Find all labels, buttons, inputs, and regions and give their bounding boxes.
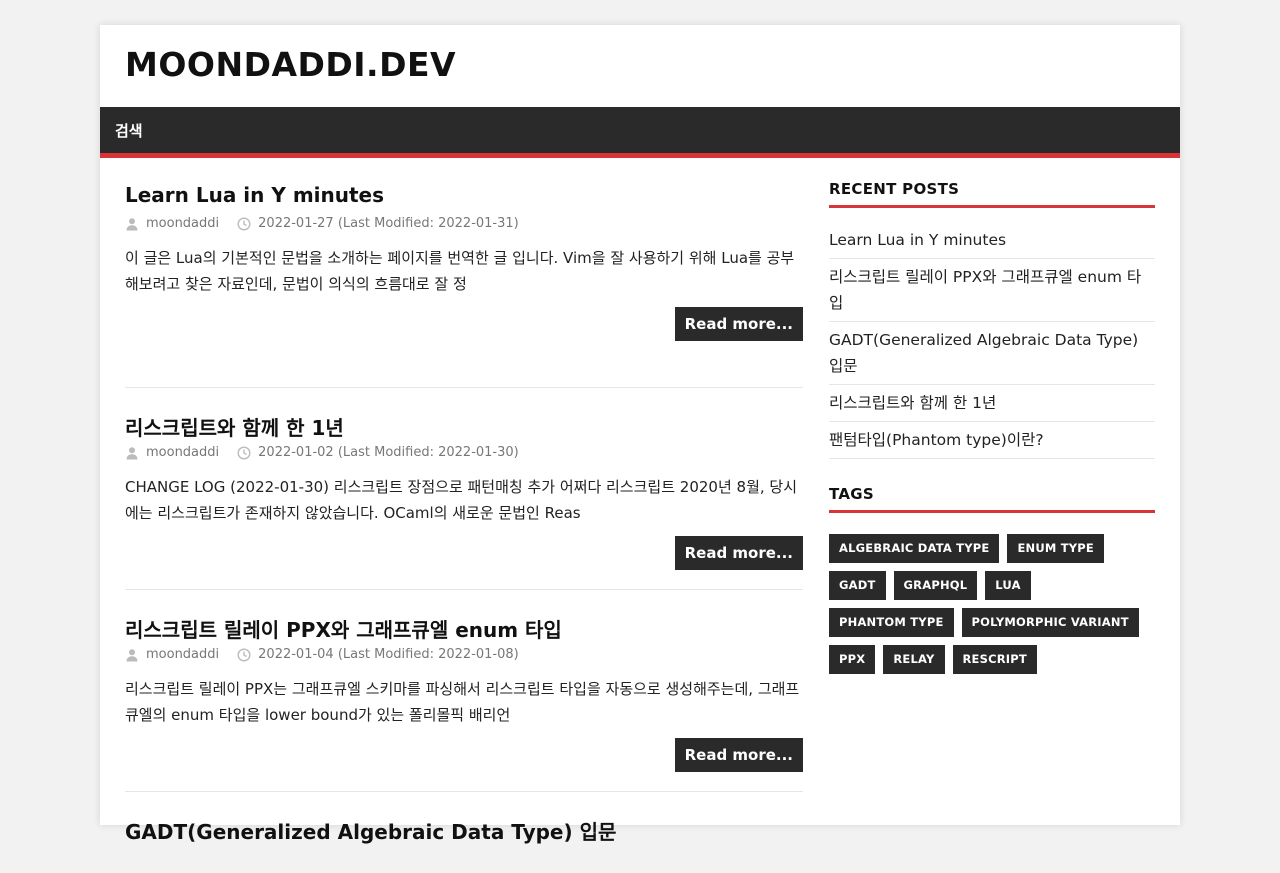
post-item: Learn Lua in Y minutes moondaddi 2022-01…: [125, 180, 803, 388]
post-list: Learn Lua in Y minutes moondaddi 2022-01…: [125, 180, 803, 873]
sidebar: RECENT POSTS Learn Lua in Y minutes 리스크립…: [829, 180, 1155, 674]
nav-bar: 검색: [100, 107, 1180, 158]
clock-icon: [237, 445, 251, 460]
tag-link[interactable]: ENUM TYPE: [1007, 534, 1104, 563]
site-title[interactable]: MOONDADDI.DEV: [125, 45, 456, 84]
recent-post-item: 리스크립트와 함께 한 1년: [829, 385, 1155, 422]
read-more-button[interactable]: Read more...: [674, 738, 803, 772]
recent-post-item: 팬텀타입(Phantom type)이란?: [829, 422, 1155, 459]
recent-post-link[interactable]: 팬텀타입(Phantom type)이란?: [829, 431, 1044, 449]
post-author[interactable]: moondaddi: [146, 216, 219, 231]
post-meta: moondaddi 2022-01-27 (Last Modified: 202…: [125, 216, 519, 231]
nav-search-link[interactable]: 검색: [115, 120, 143, 141]
recent-post-link[interactable]: 리스크립트와 함께 한 1년: [829, 394, 996, 412]
tags-title: TAGS: [829, 485, 1155, 513]
post-excerpt: 리스크립트 릴레이 PPX는 그래프큐엘 스키마를 파싱해서 리스크립트 타입을…: [125, 680, 800, 724]
post-author[interactable]: moondaddi: [146, 647, 219, 662]
read-more-button[interactable]: Read more...: [674, 307, 803, 341]
recent-post-item: 리스크립트 릴레이 PPX와 그래프큐엘 enum 타입: [829, 259, 1155, 322]
page-container: MOONDADDI.DEV 검색 Learn Lua in Y minutes …: [100, 25, 1180, 844]
post-title[interactable]: Learn Lua in Y minutes: [125, 183, 384, 207]
post-meta: moondaddi 2022-01-04 (Last Modified: 202…: [125, 647, 519, 662]
clock-icon: [237, 647, 251, 662]
post-item: 리스크립트와 함께 한 1년 moondaddi 2022-01-02 (Las…: [125, 409, 803, 590]
tag-link[interactable]: GRAPHQL: [893, 571, 978, 600]
user-icon: [126, 648, 138, 661]
post-excerpt: 이 글은 Lua의 기본적인 문법을 소개하는 페이지를 번역한 글 입니다. …: [125, 249, 795, 293]
recent-post-link[interactable]: GADT(Generalized Algebraic Data Type) 입문: [829, 331, 1138, 375]
recent-post-link[interactable]: 리스크립트 릴레이 PPX와 그래프큐엘 enum 타입: [829, 268, 1141, 312]
recent-posts-list: Learn Lua in Y minutes 리스크립트 릴레이 PPX와 그래…: [829, 222, 1155, 459]
tag-link[interactable]: PHANTOM TYPE: [829, 608, 954, 637]
post-title[interactable]: 리스크립트와 함께 한 1년: [125, 412, 344, 441]
post-item: 리스크립트 릴레이 PPX와 그래프큐엘 enum 타입 moondaddi 2…: [125, 611, 803, 792]
post-meta: moondaddi 2022-01-02 (Last Modified: 202…: [125, 445, 519, 460]
tag-link[interactable]: PPX: [829, 645, 876, 674]
post-date: 2022-01-02 (Last Modified: 2022-01-30): [258, 445, 519, 460]
recent-post-item: Learn Lua in Y minutes: [829, 222, 1155, 259]
user-icon: [126, 217, 138, 230]
post-date: 2022-01-27 (Last Modified: 2022-01-31): [258, 216, 519, 231]
recent-post-item: GADT(Generalized Algebraic Data Type) 입문: [829, 322, 1155, 385]
post-title[interactable]: GADT(Generalized Algebraic Data Type) 입문: [125, 816, 616, 845]
clock-icon: [237, 216, 251, 231]
tag-link[interactable]: GADT: [829, 571, 886, 600]
post-excerpt: CHANGE LOG (2022-01-30) 리스크립트 장점으로 패턴매칭 …: [125, 478, 798, 522]
tag-link[interactable]: RELAY: [883, 645, 945, 674]
tag-link[interactable]: LUA: [985, 571, 1031, 600]
tag-link[interactable]: ALGEBRAIC DATA TYPE: [829, 534, 1000, 563]
post-date: 2022-01-04 (Last Modified: 2022-01-08): [258, 647, 519, 662]
tag-link[interactable]: POLYMORPHIC VARIANT: [961, 608, 1139, 637]
recent-post-link[interactable]: Learn Lua in Y minutes: [829, 231, 1006, 249]
tag-link[interactable]: RESCRIPT: [952, 645, 1037, 674]
user-icon: [126, 446, 138, 459]
tag-cloud: ALGEBRAIC DATA TYPE ENUM TYPE GADT GRAPH…: [829, 534, 1155, 674]
post-author[interactable]: moondaddi: [146, 445, 219, 460]
read-more-button[interactable]: Read more...: [674, 536, 803, 570]
post-title[interactable]: 리스크립트 릴레이 PPX와 그래프큐엘 enum 타입: [125, 614, 562, 643]
recent-posts-title: RECENT POSTS: [829, 180, 1155, 208]
post-item: GADT(Generalized Algebraic Data Type) 입문: [125, 813, 803, 873]
